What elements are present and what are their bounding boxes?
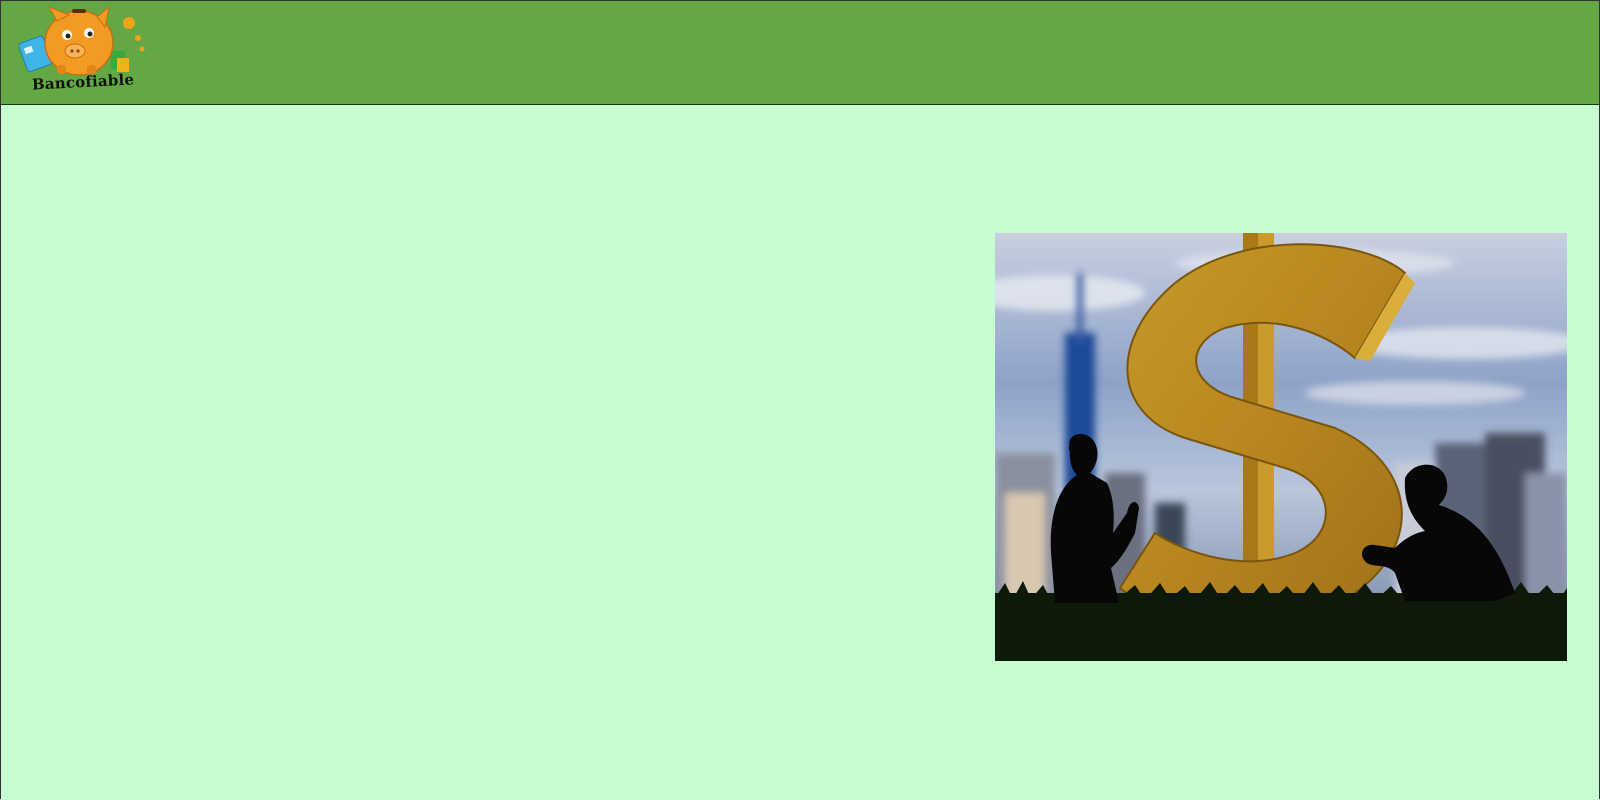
dollar-sign-with-kneeling-silhouettes	[995, 233, 1567, 661]
brand-logo[interactable]: Bancofiable	[17, 3, 147, 94]
piggy-bank-icon	[18, 5, 145, 76]
hero-image	[995, 233, 1567, 661]
site-header: Bancofiable	[1, 1, 1599, 105]
